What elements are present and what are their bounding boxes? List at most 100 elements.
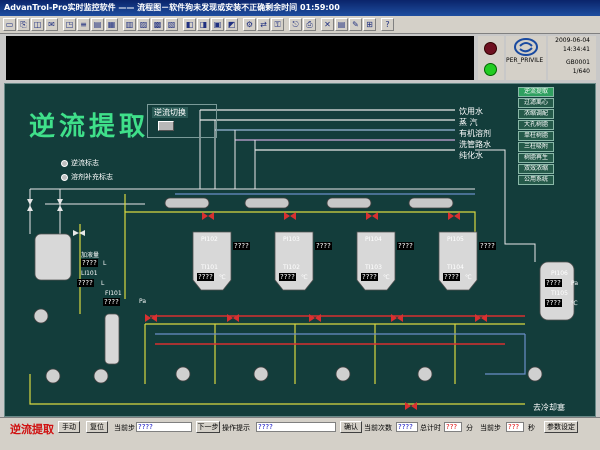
pi104-label: PI104: [365, 236, 382, 243]
time-text: 14:34:41: [563, 46, 590, 53]
pi103-label: PI103: [283, 236, 300, 243]
legend-drinking-water: 饮用水: [459, 107, 483, 116]
current-step2-value: ???: [506, 422, 524, 432]
li101-label: LI101: [81, 270, 98, 277]
group-icon[interactable]: ▤: [91, 18, 104, 31]
current-count-label: 当前次数: [364, 424, 392, 432]
pi103-value: ????: [315, 242, 332, 250]
menu-macroporous-resin[interactable]: 大孔树脂: [518, 120, 554, 130]
fi101-value: ????: [103, 298, 120, 306]
legend-steam: 蒸 汽: [459, 118, 478, 127]
ti101-value: ????: [197, 273, 214, 281]
legend-wash-water: 洗管路水: [459, 140, 491, 149]
info-box: 2009-06-04 14:34:41 GB0001 1/640: [548, 36, 596, 80]
li101-value: ????: [77, 279, 94, 287]
reflux-switch-button[interactable]: [158, 121, 174, 131]
menu-reflux-extraction[interactable]: 逆流提取: [518, 87, 554, 97]
confirm-button[interactable]: 确认: [340, 421, 362, 433]
solvent-flag-indicator: [61, 173, 68, 181]
toolbar: ▭ ⎘ ◫ ✉ ◳ ≡ ▤ ▦ ▥ ▨ ▩ ▧ ◧ ◨ ▣ ◩ ⚙ ⇄ ⚿ ⎋ …: [0, 16, 600, 34]
reflux-switch-box: 逆流切换: [147, 104, 217, 138]
pi102-label: PI102: [201, 236, 218, 243]
legend-solvent: 有机溶剂: [459, 129, 491, 138]
cooling-tower-label: 去冷却塞: [533, 403, 565, 412]
current-step-label: 当前步: [114, 424, 135, 432]
menu-concentrate-mix[interactable]: 浓缩调配: [518, 109, 554, 119]
config-icon[interactable]: ◧: [183, 18, 196, 31]
ti104-value: ????: [443, 273, 460, 281]
alarm-icon[interactable]: ✉: [45, 18, 58, 31]
user-icon[interactable]: ◩: [225, 18, 238, 31]
switch-icon[interactable]: ⇄: [257, 18, 270, 31]
add-amount-unit: L: [103, 260, 107, 267]
lock-icon[interactable]: ⚙: [243, 18, 256, 31]
ti105-unit: ℃: [571, 300, 578, 307]
ti101-unit: ℃: [219, 274, 226, 281]
control-bar: 逆流提取 手动 复位 当前步 ???? 下一步 操作提示 ???? 确认 当前次…: [0, 417, 600, 450]
key-icon[interactable]: ⚿: [271, 18, 284, 31]
menu-resin-regeneration[interactable]: 树脂再生: [518, 153, 554, 163]
about-icon[interactable]: ✕: [321, 18, 334, 31]
exit-icon[interactable]: ⎋: [289, 18, 302, 31]
li101-unit: L: [101, 280, 105, 287]
pipe-legend: 饮用水 蒸 汽 有机溶剂 洗管路水 纯化水: [459, 106, 491, 161]
page-text: 1/640: [572, 68, 590, 75]
ti103-unit: ℃: [383, 274, 390, 281]
ti105-value: ????: [545, 299, 562, 307]
menu-three-column-adsorption[interactable]: 三柱吸附: [518, 142, 554, 152]
solvent-flag: 溶剂补充标志: [61, 172, 113, 182]
op-hint-label: 操作提示: [222, 424, 250, 432]
add-amount-value: ????: [81, 259, 98, 267]
solvent-flag-label: 溶剂补充标志: [71, 173, 113, 181]
manual-button[interactable]: 手动: [58, 421, 80, 433]
op-hint-value: ????: [256, 422, 336, 432]
reset-button[interactable]: 复位: [86, 421, 108, 433]
new-icon[interactable]: ▭: [3, 18, 16, 31]
user-name: PER_PRIVILE: [506, 57, 544, 64]
pi106-label: PI106: [551, 270, 568, 277]
window-titlebar: AdvanTrol-Pro实时监控软件 —— 流程图－软件狗未发现或安装不正确剩…: [0, 0, 600, 16]
alarm-area: [6, 36, 474, 80]
ti101-label: TI101: [201, 264, 218, 271]
second-unit: 秒: [528, 424, 535, 432]
reflux-flag-indicator: [61, 159, 68, 167]
menu-single-column-resin[interactable]: 单柱树脂: [518, 131, 554, 141]
total-time-value: ???: [444, 422, 462, 432]
current-step2-label: 当前步: [480, 424, 501, 432]
ti102-unit: ℃: [301, 274, 308, 281]
minute-unit: 分: [466, 424, 473, 432]
open-icon[interactable]: ⎘: [17, 18, 30, 31]
ti104-unit: ℃: [465, 274, 472, 281]
param-set-button[interactable]: 参数设定: [544, 421, 578, 433]
ti103-label: TI103: [365, 264, 382, 271]
info-icon[interactable]: ⎙: [303, 18, 316, 31]
reflux-switch-label: 逆流切换: [152, 107, 188, 118]
graph-icon[interactable]: ◫: [31, 18, 44, 31]
trend-icon[interactable]: ◳: [63, 18, 76, 31]
paste-icon[interactable]: ⊞: [363, 18, 376, 31]
help-icon[interactable]: ▣: [211, 18, 224, 31]
question-icon[interactable]: ?: [381, 18, 394, 31]
print-icon[interactable]: ▩: [151, 18, 164, 31]
total-time-label: 总计时: [420, 424, 441, 432]
add-amount-label: 加液量: [81, 252, 100, 259]
list-icon[interactable]: ≡: [77, 18, 90, 31]
pi105-value: ????: [479, 242, 496, 250]
doc-icon[interactable]: ▨: [137, 18, 150, 31]
copy-icon[interactable]: ✎: [349, 18, 362, 31]
bar-icon[interactable]: ▥: [123, 18, 136, 31]
menu-utility-system[interactable]: 公用系统: [518, 175, 554, 185]
reflux-flag-label: 逆流标志: [71, 159, 99, 167]
cut-icon[interactable]: ▤: [335, 18, 348, 31]
ti102-value: ????: [279, 273, 296, 281]
pause-icon[interactable]: ◨: [197, 18, 210, 31]
ti105-label: TI105: [551, 290, 568, 297]
tag-icon[interactable]: ▧: [165, 18, 178, 31]
pi104-value: ????: [397, 242, 414, 250]
legend-pure-water: 纯化水: [459, 151, 483, 160]
overview-icon[interactable]: ▦: [105, 18, 118, 31]
next-step-button[interactable]: 下一步: [196, 421, 220, 433]
menu-filter-centrifuge[interactable]: 过滤离心: [518, 98, 554, 108]
menu-double-effect-concentrate[interactable]: 双效浓缩: [518, 164, 554, 174]
pi105-label: PI105: [447, 236, 464, 243]
